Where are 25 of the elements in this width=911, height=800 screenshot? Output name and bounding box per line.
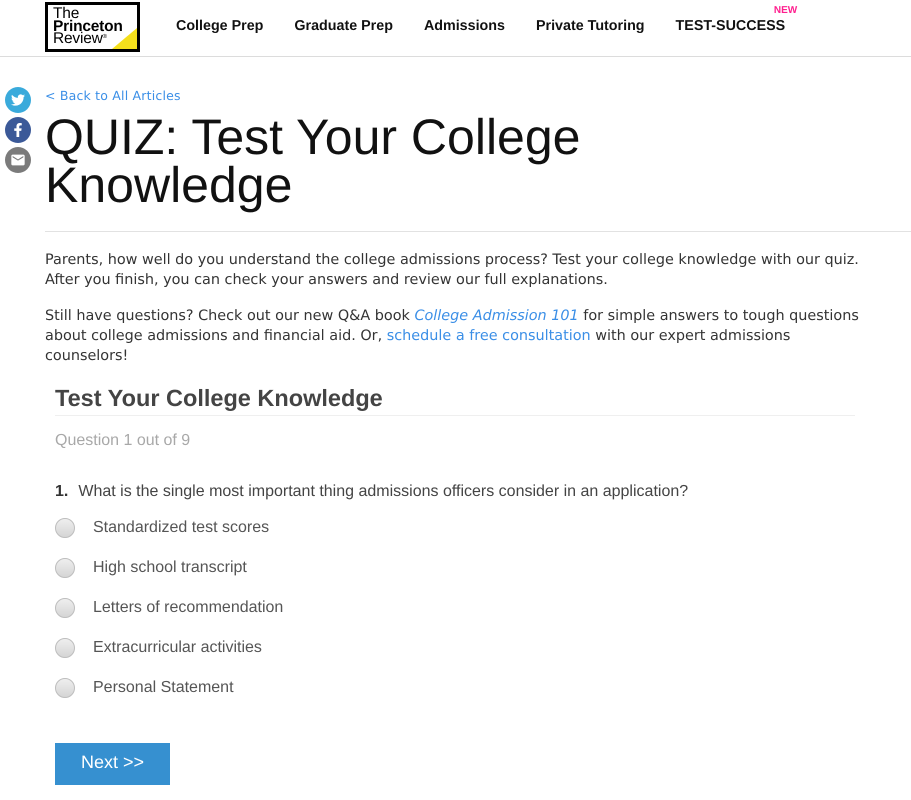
- nav-link[interactable]: College Prep: [176, 18, 264, 35]
- option-label[interactable]: Letters of recommendation: [93, 598, 284, 618]
- option-label[interactable]: Personal Statement: [93, 678, 234, 698]
- question-count-text: Question 1 out of 9: [55, 430, 190, 451]
- quiz-title: Test Your College Knowledge: [55, 384, 384, 413]
- envelope-icon[interactable]: [5, 147, 31, 173]
- logo[interactable]: The Princeton Review$^{®}$: [45, 2, 140, 52]
- radio-button[interactable]: [55, 678, 75, 698]
- radio-button[interactable]: [55, 638, 75, 658]
- radio-button[interactable]: [55, 558, 75, 578]
- nav-link[interactable]: Private Tutoring: [536, 18, 645, 35]
- question-number: 1.: [55, 482, 68, 502]
- option-label[interactable]: Extracurricular activities: [93, 638, 262, 658]
- radio-button[interactable]: [55, 598, 75, 618]
- radio-button[interactable]: [55, 518, 75, 538]
- article-paragraph: Still have questions? Check out our new Q&A book College Admission 101 for simple answers to tough questions about college admissions and financial aid. Or, schedule a free consultation with our expert admissions counselors!: [45, 307, 860, 366]
- letter-f-icon[interactable]: [5, 117, 31, 143]
- new-label: NEW: [774, 5, 798, 16]
- nav-link[interactable]: Admissions: [424, 18, 505, 35]
- question-text: What is the single most important thing admissions officers consider in an application?: [78, 482, 688, 502]
- nav-link[interactable]: Graduate Prep: [294, 18, 393, 35]
- nav-link[interactable]: TEST-SUCCESS: [676, 18, 786, 35]
- article-paragraph: Parents, how well do you understand the college admissions process? Test your college knowledge with our quiz. After you finish, you can check your answers and review our full explanations.: [45, 251, 860, 290]
- option-label[interactable]: High school transcript: [93, 558, 247, 578]
- option-label[interactable]: Standardized test scores: [93, 518, 270, 538]
